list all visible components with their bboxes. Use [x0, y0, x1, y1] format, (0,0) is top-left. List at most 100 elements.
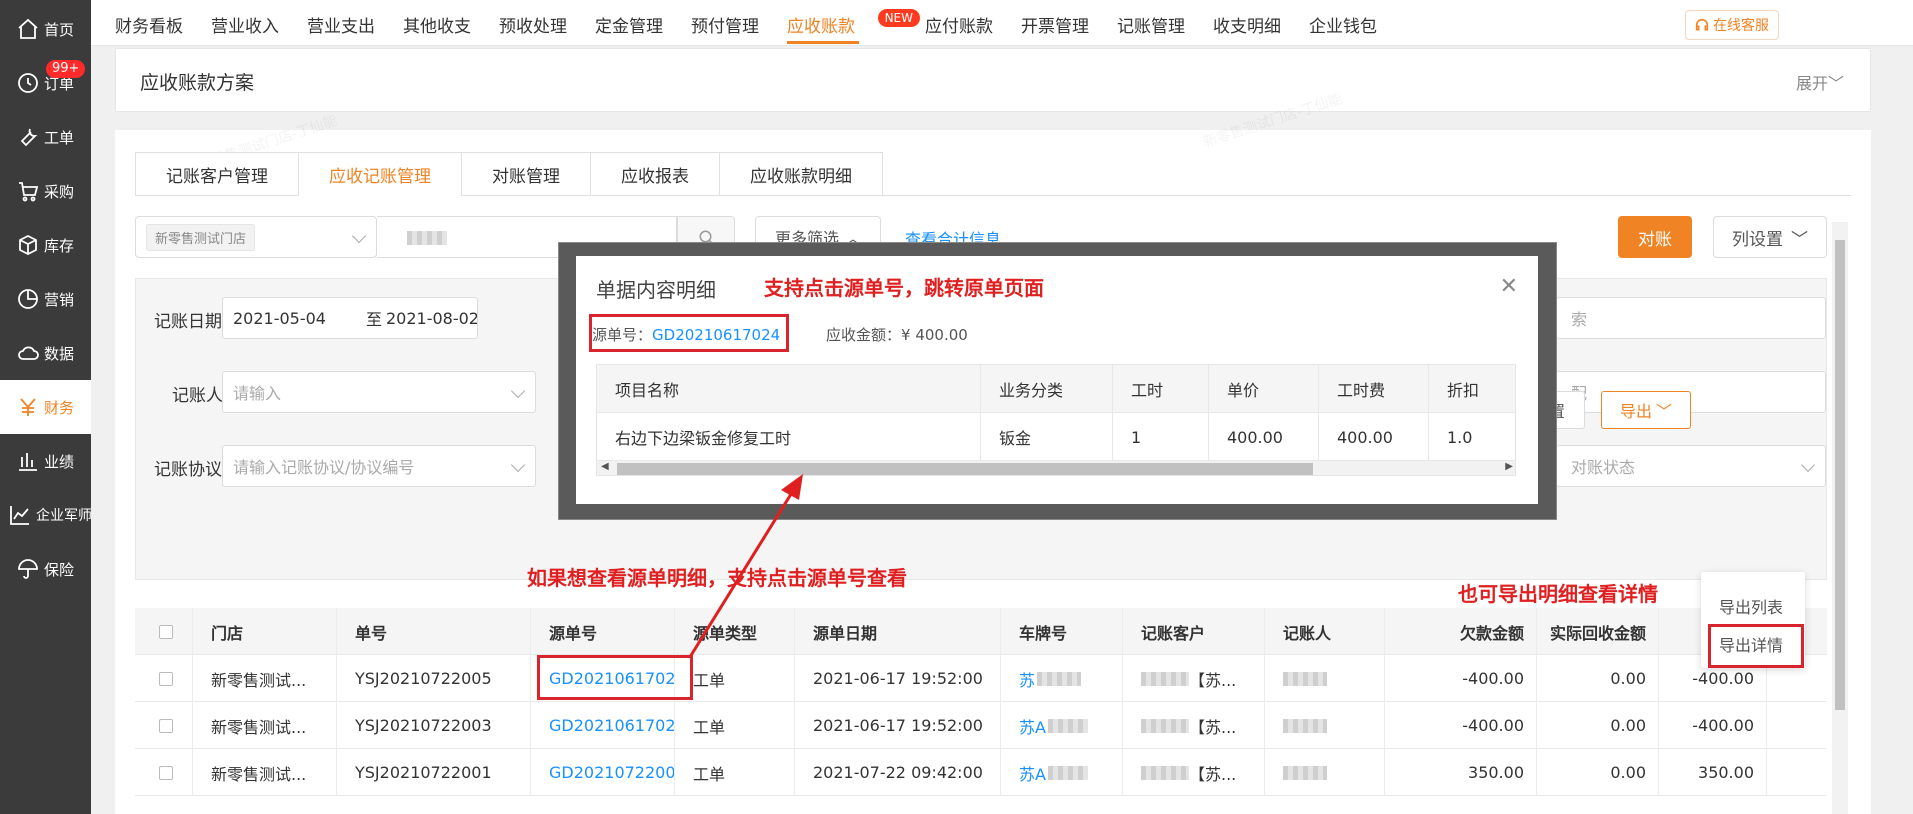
sidebar-item-data[interactable]: 数据: [0, 326, 91, 380]
redacted-text: [1047, 765, 1088, 780]
subtab-customer-management[interactable]: 记账客户管理: [135, 152, 298, 196]
date-start: 2021-05-04: [233, 308, 326, 328]
sidebar-item-label: 数据: [44, 344, 75, 363]
tab-receivables[interactable]: 应收账款 NEW: [787, 9, 920, 44]
search-field-right[interactable]: 索: [1556, 297, 1826, 339]
cell-owed: 350.00: [1385, 749, 1537, 796]
redacted-text: [1141, 765, 1189, 780]
row-checkbox[interactable]: [159, 765, 173, 780]
subtab-receivable-records[interactable]: 应收记账管理: [298, 152, 461, 196]
close-icon[interactable]: ✕: [1500, 274, 1518, 299]
row-checkbox[interactable]: [159, 671, 173, 686]
subtab-reconciliation[interactable]: 对账管理: [461, 152, 590, 196]
clock-icon: [18, 73, 38, 93]
plate-link[interactable]: 苏A: [1019, 761, 1046, 785]
cell-src-type: 工单: [675, 702, 795, 749]
src-no-link[interactable]: GD20210722001: [549, 763, 674, 782]
wrench-icon: [20, 128, 38, 147]
yen-icon: [20, 398, 36, 416]
customer-service-button[interactable]: 在线客服: [1685, 10, 1779, 40]
expand-toggle[interactable]: 展开﹀: [1796, 70, 1844, 94]
cell-plate: 苏A: [1001, 749, 1123, 796]
expand-label: 展开: [1795, 74, 1828, 93]
store-select[interactable]: 新零售测试门店: [135, 216, 377, 258]
date-range-input[interactable]: 2021-05-04 至 2021-08-02: [222, 297, 478, 339]
modal-header-hours: 工时: [1113, 365, 1209, 413]
reconcile-status-select[interactable]: 对账状态: [1556, 445, 1826, 487]
tab-bookkeeping[interactable]: 记账管理: [1117, 12, 1185, 37]
src-no-link[interactable]: GD20210617024: [549, 716, 674, 735]
agreement-placeholder: 请输入记账协议/协议编号: [233, 458, 415, 477]
sidebar-item-purchase[interactable]: 采购: [0, 164, 91, 218]
headset-icon: [1695, 18, 1709, 31]
scrollbar-thumb[interactable]: [1835, 240, 1845, 710]
tab-operating-income[interactable]: 营业收入: [211, 12, 279, 37]
modal-header-category: 业务分类: [981, 365, 1113, 413]
subtab-receivable-detail[interactable]: 应收账款明细: [719, 152, 883, 196]
modal-title: 单据内容明细: [596, 278, 716, 302]
tab-invoicing[interactable]: 开票管理: [1021, 12, 1089, 37]
customer-service-label: 在线客服: [1713, 18, 1769, 34]
tab-advance-receipts[interactable]: 预收处理: [499, 12, 567, 37]
pie-icon: [18, 289, 38, 309]
right-field-placeholder: 索: [1571, 310, 1588, 329]
tab-prepayment[interactable]: 预付管理: [691, 12, 759, 37]
column-settings-button[interactable]: 列设置 ﹀: [1713, 216, 1827, 258]
tab-payables[interactable]: 应付账款: [925, 12, 993, 37]
person-select[interactable]: 请输入: [222, 371, 536, 413]
sidebar-item-performance[interactable]: 业绩: [0, 434, 91, 488]
cell-recovered: 0.00: [1537, 655, 1659, 702]
modal-hscrollbar[interactable]: ◀ ▶: [597, 461, 1515, 475]
date-end: 2021-08-02: [386, 308, 478, 328]
sidebar-item-label: 库存: [44, 236, 75, 255]
export-list-item[interactable]: 导出列表: [1719, 594, 1783, 618]
amount-label: 应收金额：: [826, 326, 902, 344]
scrollbar-thumb[interactable]: [617, 463, 1313, 475]
cell-src-no: GD20210617024: [531, 702, 675, 749]
umbrella-icon: [18, 559, 38, 579]
highlight-modal-src: [589, 314, 789, 352]
plate-link[interactable]: 苏A: [1019, 714, 1046, 738]
customer-text: 【苏...: [1189, 670, 1237, 690]
cell-customer: 【苏...: [1123, 749, 1265, 796]
sidebar-item-advisor[interactable]: 企业军师: [0, 488, 92, 542]
subtab-report[interactable]: 应收报表: [590, 152, 719, 196]
tab-deposit[interactable]: 定金管理: [595, 12, 663, 37]
home-icon: [18, 18, 38, 39]
table-row: 新零售测试... YSJ20210722005 GD20210617024 工单…: [135, 655, 1827, 702]
agreement-select[interactable]: 请输入记账协议/协议编号: [222, 445, 536, 487]
row-checkbox[interactable]: [159, 718, 173, 733]
scroll-right-icon[interactable]: ▶: [1505, 461, 1513, 472]
cell-src-date: 2021-06-17 19:52:00: [795, 702, 1001, 749]
modal-header-name: 项目名称: [597, 365, 981, 413]
sidebar-item-inventory[interactable]: 库存: [0, 218, 91, 272]
sidebar-item-insurance[interactable]: 保险: [0, 542, 91, 596]
tab-transactions[interactable]: 收支明细: [1213, 12, 1281, 37]
match-field-right[interactable]: 配: [1556, 371, 1826, 413]
annotation-table-note: 如果想查看源单明细，支持点击源单号查看: [527, 566, 907, 590]
sidebar-item-label: 财务: [44, 398, 75, 417]
cell-src-date: 2021-07-22 09:42:00: [795, 749, 1001, 796]
redacted-text: [1283, 765, 1327, 780]
sidebar-item-marketing[interactable]: 营销: [0, 272, 91, 326]
page-scrollbar[interactable]: [1832, 222, 1848, 814]
sidebar-item-workorder[interactable]: 工单: [0, 110, 91, 164]
sidebar-item-finance[interactable]: 财务: [0, 380, 91, 434]
tab-other-income[interactable]: 其他收支: [403, 12, 471, 37]
plate-link[interactable]: 苏: [1019, 667, 1035, 691]
sidebar-item-orders[interactable]: 订单 99+: [0, 56, 91, 110]
cell-no: YSJ20210722003: [337, 702, 531, 749]
export-button[interactable]: 导出 ﹀: [1601, 391, 1691, 429]
reconcile-button[interactable]: 对账: [1618, 216, 1692, 258]
header-no: 单号: [337, 608, 531, 655]
sidebar-item-home[interactable]: 首页: [0, 2, 91, 56]
tab-finance-dashboard[interactable]: 财务看板: [115, 12, 183, 37]
store-chip: 新零售测试门店: [146, 223, 256, 251]
modal-header-fee: 工时费: [1319, 365, 1429, 413]
tab-operating-expense[interactable]: 营业支出: [307, 12, 375, 37]
header-person: 记账人: [1265, 608, 1385, 655]
modal-table: 项目名称 业务分类 工时 单价 工时费 折扣 右边下边梁钣金修复工时 钣金 1 …: [596, 364, 1516, 476]
tab-wallet[interactable]: 企业钱包: [1309, 12, 1377, 37]
select-all-checkbox[interactable]: [159, 624, 173, 639]
scroll-left-icon[interactable]: ◀: [601, 461, 609, 472]
